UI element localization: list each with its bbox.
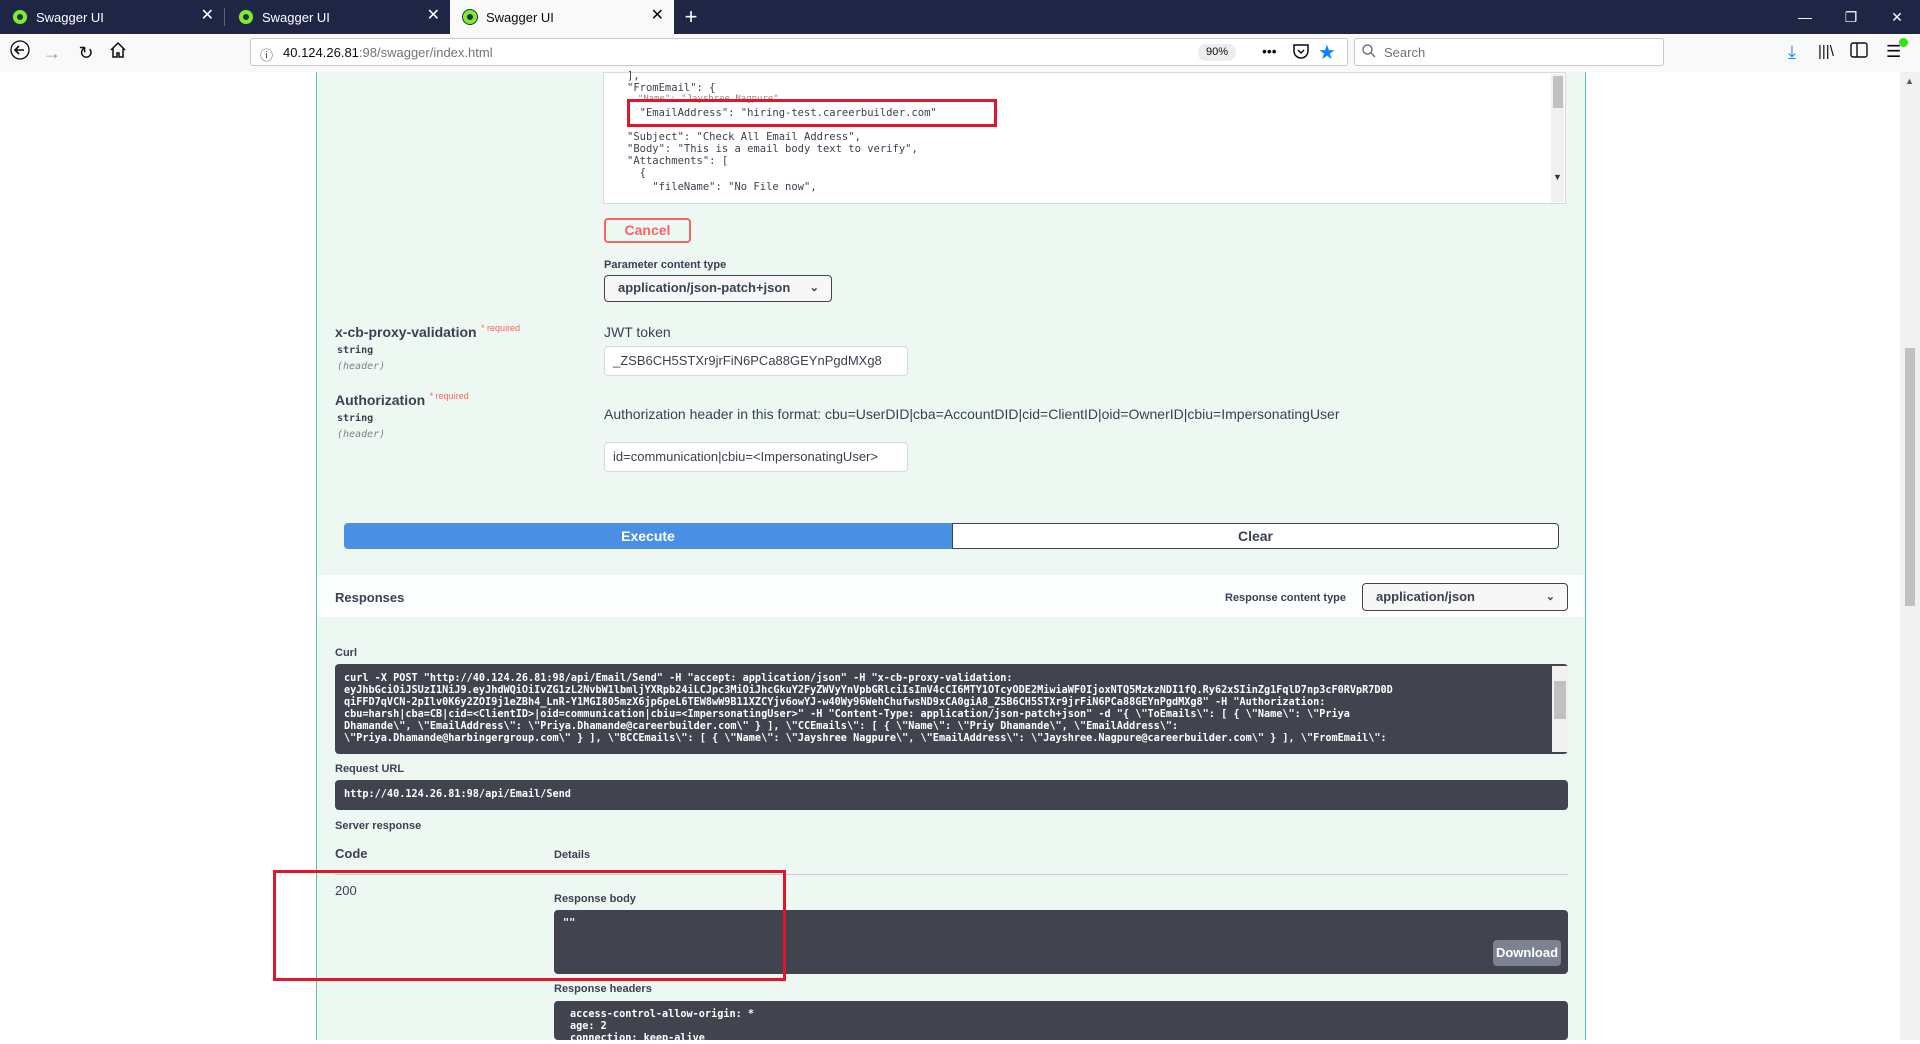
param-description: JWT token bbox=[604, 324, 671, 340]
new-tab-button[interactable]: + bbox=[676, 4, 706, 30]
back-icon[interactable] bbox=[6, 40, 34, 66]
curl-line: qiFFD7qVCN-2pIlv0K6y2ZOI9j1eZBh4_LnR-Y1M… bbox=[344, 697, 1326, 708]
param-name-row: x-cb-proxy-validation * required bbox=[335, 323, 521, 342]
param-type: string bbox=[337, 413, 374, 424]
code-line: "Subject": "Check All Email Address", bbox=[627, 131, 861, 143]
url-host: 40.124.26.81 bbox=[283, 45, 359, 60]
minimize-button[interactable]: — bbox=[1782, 0, 1828, 34]
swagger-favicon-icon bbox=[238, 9, 254, 25]
browser-tab[interactable]: Swagger UI ✕ bbox=[0, 0, 224, 34]
response-content-type-label: Response content type bbox=[1225, 592, 1347, 604]
url-text[interactable]: 40.124.26.81:98/swagger/index.html bbox=[283, 45, 493, 60]
param-description: Authorization header in this format: cbu… bbox=[604, 406, 1340, 422]
parameter-content-type-select[interactable]: application/json-patch+json ⌄ bbox=[604, 275, 832, 302]
parameter-content-type-label: Parameter content type bbox=[604, 259, 727, 271]
required-marker: * required bbox=[481, 323, 521, 333]
chevron-down-icon: ⌄ bbox=[809, 282, 819, 294]
response-header-line: access-control-allow-origin: * bbox=[570, 1009, 755, 1020]
code-line: "Attachments": [ bbox=[627, 155, 729, 167]
clear-button[interactable]: Clear bbox=[952, 523, 1559, 549]
code-column-header: Code bbox=[335, 846, 368, 861]
chevron-down-icon: ⌄ bbox=[1545, 591, 1555, 603]
authorization-input[interactable]: id=communication|cbiu=<ImpersonatingUser… bbox=[604, 442, 908, 472]
server-response-label: Server response bbox=[335, 820, 422, 832]
browser-tab-active[interactable]: Swagger UI ✕ bbox=[450, 0, 674, 34]
close-tab-icon[interactable]: ✕ bbox=[201, 8, 214, 24]
library-icon[interactable]: |||\ bbox=[1818, 43, 1834, 60]
response-headers-label: Response headers bbox=[554, 983, 652, 995]
reload-icon[interactable]: ↻ bbox=[72, 40, 100, 66]
highlight-box-response bbox=[273, 870, 786, 981]
curl-line: curl -X POST "http://40.124.26.81:98/api… bbox=[344, 673, 1013, 684]
browser-tab[interactable]: Swagger UI ✕ bbox=[226, 0, 450, 34]
code-line: "FromEmail": { bbox=[627, 82, 716, 94]
execute-button[interactable]: Execute bbox=[344, 523, 952, 549]
zoom-level-badge[interactable]: 90% bbox=[1198, 44, 1236, 61]
select-value: application/json bbox=[1376, 589, 1475, 604]
scroll-up-arrow-icon[interactable]: ▲ bbox=[1905, 76, 1914, 86]
close-tab-icon[interactable]: ✕ bbox=[427, 8, 440, 24]
search-placeholder: Search bbox=[1384, 45, 1426, 60]
curl-line: cbu=harsh|cba=CB|cid=<ClientID>|oid=comm… bbox=[344, 709, 1350, 720]
code-line: { bbox=[627, 167, 646, 179]
param-location: (header) bbox=[337, 429, 386, 440]
download-button[interactable]: Download bbox=[1493, 940, 1561, 966]
curl-scroll-thumb[interactable] bbox=[1554, 681, 1566, 719]
update-badge-icon bbox=[1899, 38, 1908, 47]
curl-line: Dhamande\", \"EmailAddress\": \"Priya.Dh… bbox=[344, 721, 1179, 732]
param-name: Authorization bbox=[335, 392, 426, 408]
required-marker: * required bbox=[429, 391, 469, 401]
page-actions-icon[interactable]: ••• bbox=[1262, 43, 1277, 59]
highlight-box-email bbox=[627, 99, 997, 127]
select-value: application/json-patch+json bbox=[618, 280, 791, 295]
curl-label: Curl bbox=[335, 647, 357, 659]
param-name: x-cb-proxy-validation bbox=[335, 324, 477, 340]
swagger-favicon-icon bbox=[462, 9, 478, 25]
page-scroll-thumb[interactable] bbox=[1905, 348, 1915, 606]
pocket-icon[interactable] bbox=[1292, 42, 1310, 65]
forward-icon[interactable]: → bbox=[38, 40, 66, 66]
response-header-line: connection: keep-alive bbox=[570, 1033, 705, 1044]
search-icon bbox=[1362, 44, 1376, 63]
close-window-button[interactable]: ✕ bbox=[1874, 0, 1920, 34]
param-location: (header) bbox=[337, 361, 386, 372]
response-content-type-select[interactable]: application/json ⌄ bbox=[1362, 583, 1568, 611]
request-url-label: Request URL bbox=[335, 763, 405, 775]
scroll-down-arrow-icon[interactable]: ▼ bbox=[1553, 172, 1562, 182]
tab-divider bbox=[224, 8, 225, 26]
tab-title: Swagger UI bbox=[36, 9, 104, 25]
tab-title: Swagger UI bbox=[486, 9, 554, 25]
details-column-header: Details bbox=[554, 849, 591, 861]
restore-button[interactable]: ❐ bbox=[1828, 0, 1874, 34]
request-url: http://40.124.26.81:98/api/Email/Send bbox=[344, 789, 571, 800]
swagger-favicon-icon bbox=[12, 9, 28, 25]
code-line: ], bbox=[627, 70, 640, 82]
curl-line: \"Priya.Dhamande@harbingergroup.com\" } … bbox=[344, 733, 1387, 744]
code-line: "fileName": "No File now", bbox=[627, 181, 817, 193]
tab-title: Swagger UI bbox=[262, 9, 330, 25]
url-path: :98/swagger/index.html bbox=[358, 45, 493, 60]
code-line: "Body": "This is a email body text to ve… bbox=[627, 143, 918, 155]
param-type: string bbox=[337, 345, 374, 356]
close-tab-icon[interactable]: ✕ bbox=[651, 8, 664, 24]
responses-title: Responses bbox=[335, 590, 405, 605]
sidebar-icon[interactable] bbox=[1850, 42, 1868, 63]
jwt-token-input[interactable]: _ZSB6CH5STXr9jrFiN6PCa88GEYnPgdMXg8 bbox=[604, 346, 908, 376]
cancel-button[interactable]: Cancel bbox=[604, 218, 691, 243]
param-name-row: Authorization * required bbox=[335, 391, 469, 410]
response-header-line: age: 2 bbox=[570, 1021, 607, 1032]
curl-line: eyJhbGciOiJSUzI1NiJ9.eyJhdWQiOiIvZG1zL2N… bbox=[344, 685, 1393, 696]
home-icon[interactable] bbox=[104, 40, 132, 66]
response-headers-box[interactable] bbox=[554, 1001, 1568, 1040]
site-info-icon[interactable]: ⓘ bbox=[260, 45, 273, 64]
bookmark-star-icon[interactable]: ★ bbox=[1318, 40, 1336, 65]
downloads-icon[interactable]: ⤓ bbox=[1788, 42, 1796, 63]
textarea-scroll-thumb[interactable] bbox=[1553, 76, 1563, 108]
